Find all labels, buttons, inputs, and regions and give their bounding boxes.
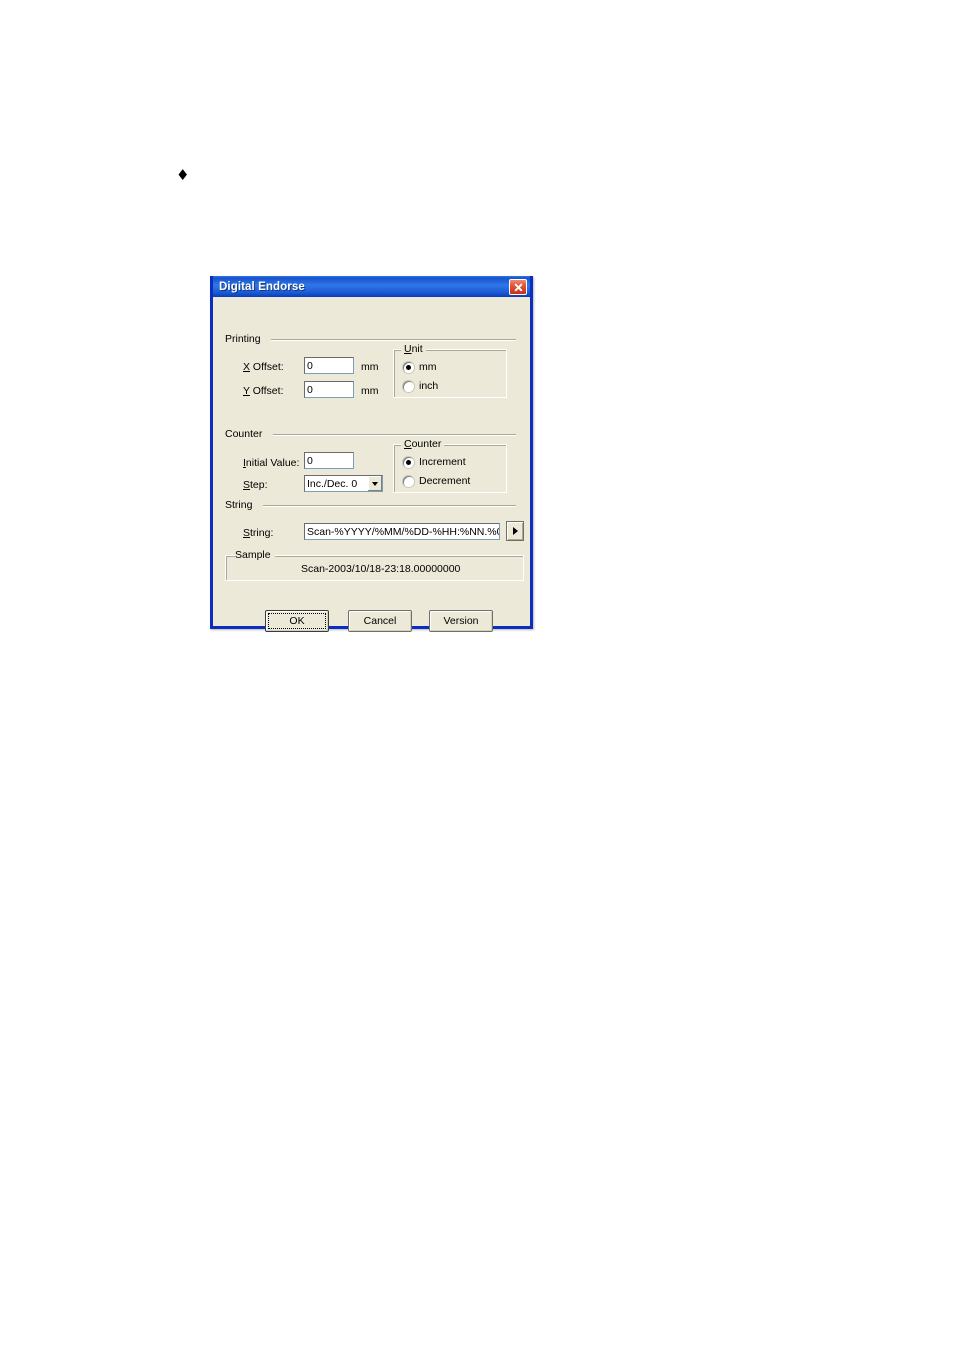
cancel-button[interactable]: Cancel xyxy=(348,610,412,632)
unit-option-mm-label: mm xyxy=(419,361,437,373)
y-offset-input[interactable]: 0 xyxy=(304,381,354,398)
version-button[interactable]: Version xyxy=(429,610,493,632)
close-icon xyxy=(513,282,524,293)
page-bullet: ♦ xyxy=(176,166,190,184)
x-offset-input[interactable]: 0 xyxy=(304,357,354,374)
ok-button-focus-ring xyxy=(268,613,326,629)
unit-option-inch-label: inch xyxy=(419,380,439,392)
printing-group-label: Printing xyxy=(225,333,265,345)
string-input[interactable]: Scan-%YYYY/%MM/%DD-%HH:%NN.%08ud xyxy=(304,523,500,540)
string-group-rule xyxy=(263,505,516,507)
x-offset-label: X Offset: xyxy=(243,361,284,373)
counter-group-label: Counter xyxy=(225,428,267,440)
dialog-title: Digital Endorse xyxy=(219,281,305,293)
counter-option-decrement[interactable]: Decrement xyxy=(403,475,470,487)
step-combobox-arrow[interactable] xyxy=(367,476,382,491)
step-label: Step: xyxy=(243,479,268,491)
radio-inch-icon[interactable] xyxy=(403,380,414,392)
version-button-label: Version xyxy=(443,615,479,627)
counter-radio-group-label-rest: ounter xyxy=(411,438,442,450)
counter-radio-group-label-accel: C xyxy=(404,438,412,450)
dialog-titlebar[interactable]: Digital Endorse xyxy=(213,276,530,297)
x-offset-label-rest: Offset: xyxy=(250,361,284,373)
unit-option-inch[interactable]: inch xyxy=(403,380,438,392)
cancel-button-label: Cancel xyxy=(363,615,397,627)
initial-value-label: Initial Value: xyxy=(243,457,299,469)
step-combobox-value: Inc./Dec. 0 xyxy=(307,477,358,490)
sample-text: Scan-2003/10/18-23:18.00000000 xyxy=(301,563,461,575)
initial-value-label-rest: nitial Value: xyxy=(245,457,300,469)
sample-group-label: Sample xyxy=(235,549,275,561)
x-offset-unit-label: mm xyxy=(361,361,379,373)
string-label-accel: S xyxy=(243,527,251,539)
y-offset-unit-label: mm xyxy=(361,385,379,397)
play-arrow-icon xyxy=(512,527,518,535)
string-label: String: xyxy=(243,527,273,539)
unit-group-label-accel: U xyxy=(404,343,412,355)
counter-radio-group-label: Counter xyxy=(401,438,445,450)
radio-increment-icon[interactable] xyxy=(403,456,414,468)
initial-value-input[interactable]: 0 xyxy=(304,452,354,469)
string-expand-button[interactable] xyxy=(506,521,524,541)
counter-group-rule xyxy=(273,434,516,436)
x-offset-label-accel: X xyxy=(243,361,251,373)
radio-decrement-icon[interactable] xyxy=(403,475,414,487)
step-label-accel: S xyxy=(243,479,251,491)
step-label-rest: tep: xyxy=(250,479,268,491)
y-offset-label-rest: Offset: xyxy=(249,385,284,397)
radio-mm-icon[interactable] xyxy=(403,361,414,373)
unit-group-label: Unit xyxy=(401,343,426,355)
counter-option-increment-label: Increment xyxy=(419,456,466,468)
close-button[interactable] xyxy=(509,279,527,295)
counter-option-decrement-label: Decrement xyxy=(419,475,471,487)
string-group-label: String xyxy=(225,499,257,511)
dialog-body: Printing X Offset: 0 mm Y Offset: 0 mm U… xyxy=(213,297,530,632)
step-combobox[interactable]: Inc./Dec. 0 xyxy=(304,475,383,492)
y-offset-label-accel: Y xyxy=(243,385,250,397)
y-offset-label: Y Offset: xyxy=(243,385,283,397)
chevron-down-icon xyxy=(372,481,378,486)
digital-endorse-dialog: Digital Endorse Printing X Offset: 0 mm … xyxy=(210,276,533,632)
counter-option-increment[interactable]: Increment xyxy=(403,456,466,468)
unit-group-label-rest: nit xyxy=(411,343,423,355)
string-label-rest: tring: xyxy=(250,527,274,539)
printing-group-rule xyxy=(271,339,516,341)
ok-button[interactable]: OK xyxy=(265,610,329,632)
unit-option-mm[interactable]: mm xyxy=(403,361,437,373)
